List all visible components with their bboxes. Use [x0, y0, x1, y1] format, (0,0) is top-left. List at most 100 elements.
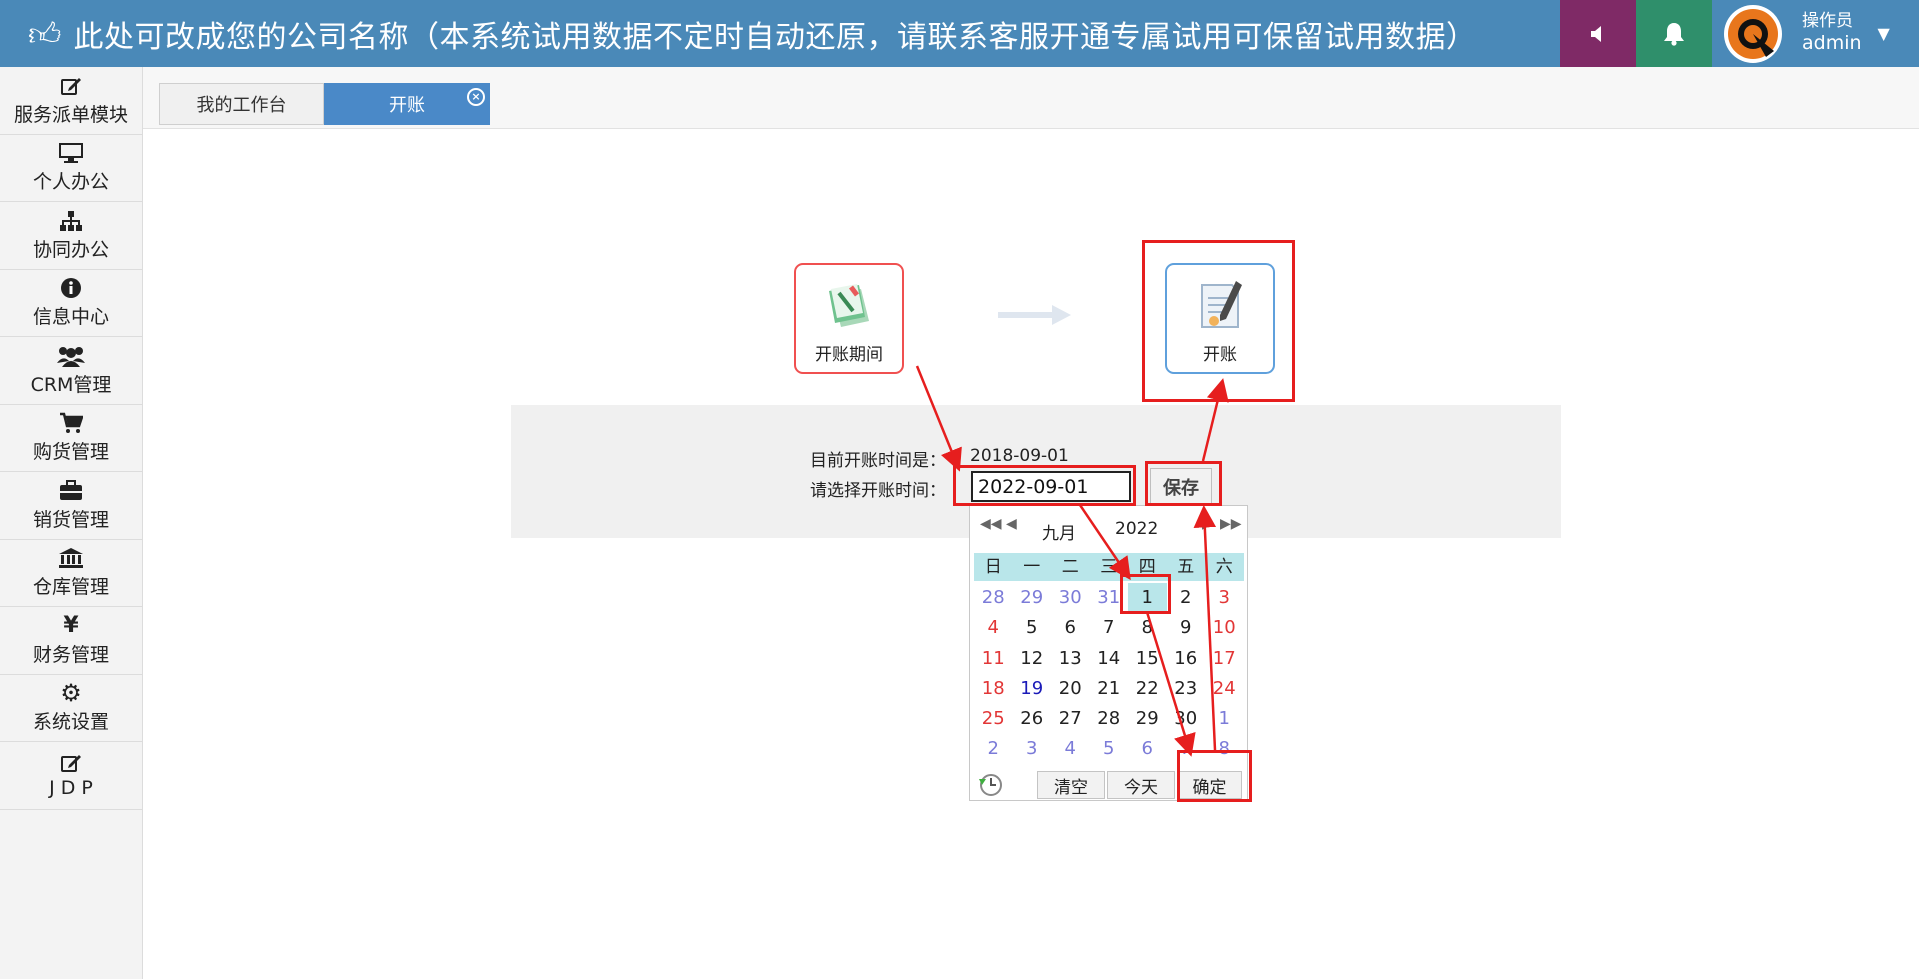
- user-info: 操作员 admin: [1802, 11, 1862, 56]
- calendar-day[interactable]: 7: [1090, 613, 1129, 643]
- calendar-day[interactable]: 2: [1167, 583, 1206, 613]
- weekday-header: 日 一 二 三 四 五 六: [974, 553, 1244, 581]
- weekday-label: 一: [1023, 557, 1041, 577]
- date-picker: ◀◀ ◀ 九月 2022 ▶ ▶▶ 日 一 二 三 四 五 六 28 29 30…: [969, 505, 1248, 801]
- calendar-day[interactable]: 24: [1205, 674, 1244, 704]
- calendar-day[interactable]: 22: [1128, 674, 1167, 704]
- calendar-day[interactable]: 5: [1090, 734, 1129, 764]
- sidebar-item-collaboration[interactable]: 协同办公: [0, 202, 142, 270]
- sidebar-item-finance[interactable]: ¥ 财务管理: [0, 607, 142, 675]
- calendar-day[interactable]: 6: [1128, 734, 1167, 764]
- calendar-day[interactable]: 4: [974, 613, 1013, 643]
- caret-down-icon: ▼: [1877, 24, 1890, 43]
- calendar-day[interactable]: 29: [1128, 704, 1167, 734]
- sidebar-item-label: CRM管理: [30, 373, 112, 396]
- sidebar-item-sales[interactable]: 销货管理: [0, 472, 142, 540]
- sidebar-item-personal-office[interactable]: 个人办公: [0, 134, 142, 202]
- calendar-day[interactable]: 20: [1051, 674, 1090, 704]
- select-opening-label: 请选择开账时间：: [810, 481, 946, 501]
- calendar-day[interactable]: 27: [1051, 704, 1090, 734]
- close-icon[interactable]: ×: [467, 88, 485, 106]
- current-opening-value: 2018-09-01: [970, 446, 1069, 466]
- sidebar-item-label: 系统设置: [32, 711, 109, 734]
- step-opening[interactable]: 开账: [1165, 263, 1275, 374]
- clear-button[interactable]: 清空: [1037, 771, 1105, 799]
- calendar-day[interactable]: 15: [1128, 644, 1167, 674]
- prev-month-icon[interactable]: ◀: [1006, 516, 1017, 532]
- calendar-year[interactable]: 2022: [1115, 519, 1158, 539]
- calendar-day[interactable]: 11: [974, 644, 1013, 674]
- calendar-day[interactable]: 3: [1205, 583, 1244, 613]
- calendar-header: ◀◀ ◀ 九月 2022 ▶ ▶▶: [970, 506, 1247, 552]
- calendar-day[interactable]: 9: [1167, 613, 1206, 643]
- calendar-day[interactable]: 17: [1205, 644, 1244, 674]
- sidebar-item-service-dispatch[interactable]: 服务派单模块: [0, 67, 142, 135]
- calendar-day[interactable]: 6: [1051, 613, 1090, 643]
- user-role: 操作员: [1802, 11, 1853, 31]
- calendar-day[interactable]: 3: [1013, 734, 1052, 764]
- calendar-day[interactable]: 23: [1167, 674, 1206, 704]
- sidebar-item-settings[interactable]: ⚙ 系统设置: [0, 674, 142, 742]
- calendar-day[interactable]: 12: [1013, 644, 1052, 674]
- calendar-day[interactable]: 29: [1013, 583, 1052, 613]
- sound-button[interactable]: [1560, 0, 1636, 67]
- calendar-day[interactable]: 14: [1090, 644, 1129, 674]
- user-menu[interactable]: 操作员 admin ▼: [1712, 0, 1919, 67]
- calendar-day[interactable]: 30: [1167, 704, 1206, 734]
- tab-opening[interactable]: 开账 ×: [324, 83, 490, 125]
- sidebar-item-label: 销货管理: [32, 508, 109, 531]
- opening-date-input[interactable]: [971, 471, 1131, 502]
- calendar-day[interactable]: 8: [1205, 734, 1244, 764]
- calendar-day[interactable]: 16: [1167, 644, 1206, 674]
- weekday-label: 五: [1177, 557, 1195, 577]
- prev-year-icon[interactable]: ◀◀: [980, 516, 1002, 532]
- tab-workbench[interactable]: 我的工作台: [159, 83, 324, 125]
- next-month-icon[interactable]: ▶: [1202, 516, 1213, 532]
- calendar-day[interactable]: 31: [1090, 583, 1129, 613]
- bank-icon: [58, 546, 84, 570]
- sidebar-item-info-center[interactable]: 信息中心: [0, 269, 142, 337]
- calendar-day[interactable]: 2: [974, 734, 1013, 764]
- calendar-day[interactable]: 28: [974, 583, 1013, 613]
- calendar-day[interactable]: 13: [1051, 644, 1090, 674]
- calendar-day[interactable]: 1: [1205, 704, 1244, 734]
- save-button[interactable]: 保存: [1150, 468, 1212, 505]
- sidebar-item-warehouse[interactable]: 仓库管理: [0, 539, 142, 607]
- gear-icon: ⚙: [60, 679, 82, 708]
- confirm-button[interactable]: 确定: [1177, 771, 1242, 799]
- avatar-logo-icon: [1728, 8, 1778, 59]
- volume-icon: [1591, 25, 1601, 42]
- weekday-label: 六: [1215, 557, 1233, 577]
- calendar-day-today[interactable]: 19: [1013, 674, 1052, 704]
- sidebar-item-jdp[interactable]: J D P: [0, 742, 142, 810]
- calendar-day[interactable]: 4: [1051, 734, 1090, 764]
- calendar-day-selected[interactable]: 1: [1128, 583, 1167, 614]
- calendar-day[interactable]: 7: [1167, 734, 1206, 764]
- today-button[interactable]: 今天: [1107, 771, 1175, 799]
- calendar-day[interactable]: 25: [974, 704, 1013, 734]
- calendar-day[interactable]: 28: [1090, 704, 1129, 734]
- calendar-day[interactable]: 10: [1205, 613, 1244, 643]
- next-year-icon[interactable]: ▶▶: [1220, 516, 1242, 532]
- calendar-month[interactable]: 九月: [1042, 519, 1076, 544]
- calendar-day[interactable]: 30: [1051, 583, 1090, 613]
- tab-opening-label: 开账: [389, 95, 425, 116]
- calendar-day[interactable]: 18: [974, 674, 1013, 704]
- calendar-day[interactable]: 26: [1013, 704, 1052, 734]
- sidebar-item-label: 信息中心: [32, 306, 109, 329]
- briefcase-icon: [59, 479, 83, 503]
- clock-icon[interactable]: [977, 773, 1003, 797]
- brand: 👍︎ 此处可改成您的公司名称（本系统试用数据不定时自动还原，请联系客服开通专属试…: [28, 0, 1476, 67]
- sidebar-item-purchase[interactable]: 购货管理: [0, 404, 142, 472]
- calendar-day[interactable]: 8: [1128, 613, 1167, 643]
- current-opening-label: 目前开账时间是：: [810, 451, 946, 471]
- sidebar-item-crm[interactable]: CRM管理: [0, 337, 142, 405]
- calendar-day[interactable]: 5: [1013, 613, 1052, 643]
- shopping-cart-icon: [59, 411, 83, 435]
- users-icon: [57, 344, 85, 368]
- step-opening-period[interactable]: 开账期间: [794, 263, 904, 374]
- day-grid: 28 29 30 31 1 2 3 4 5 6 7 8 9 10 11 12 1…: [974, 583, 1244, 765]
- calendar-day[interactable]: 21: [1090, 674, 1129, 704]
- notification-button[interactable]: [1636, 0, 1712, 67]
- weekday-label: 四: [1138, 557, 1156, 577]
